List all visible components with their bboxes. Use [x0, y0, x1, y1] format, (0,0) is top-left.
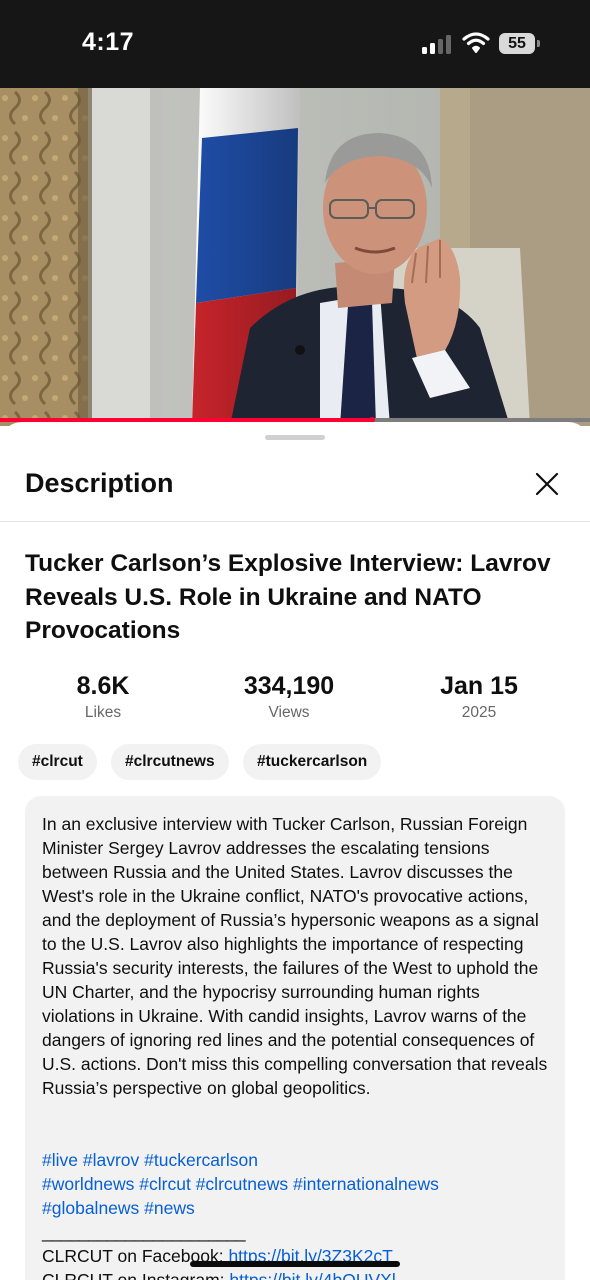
hashtag-link[interactable]: #tuckercarlson [144, 1150, 258, 1170]
hashtag-chip[interactable]: #clrcutnews [111, 744, 229, 780]
views-stat: 334,190 Views [199, 670, 379, 722]
drag-handle[interactable] [265, 435, 325, 440]
hashtag-link[interactable]: #globalnews [42, 1198, 139, 1218]
instagram-label: CLRCUT on Instagram: [42, 1270, 230, 1280]
description-box: In an exclusive interview with Tucker Ca… [25, 796, 565, 1280]
description-sheet: Description Tucker Carlson’s Explosive I… [0, 422, 590, 1280]
likes-stat: 8.6K Likes [13, 670, 193, 722]
date-stat: Jan 15 2025 [389, 670, 569, 722]
battery-icon: 55 [499, 33, 540, 54]
hashtag-chip[interactable]: #tuckercarlson [243, 744, 382, 780]
text-divider: ______________________ [42, 1222, 246, 1242]
views-count: 334,190 [243, 672, 335, 700]
hashtag-link[interactable]: #clrcutnews [196, 1174, 288, 1194]
sheet-header: Description [0, 450, 590, 522]
video-player[interactable] [0, 88, 590, 426]
hashtag-link[interactable]: #internationalnews [293, 1174, 439, 1194]
hashtag-line: #live #lavrov #tuckercarlson [42, 1148, 556, 1172]
publish-date: Jan 15 [440, 672, 518, 700]
signal-icon [422, 34, 452, 54]
hashtag-line: #globalnews #news [42, 1196, 556, 1220]
hashtag-link[interactable]: #news [144, 1198, 195, 1218]
home-indicator[interactable] [190, 1261, 400, 1267]
video-title: Tucker Carlson’s Explosive Interview: La… [25, 550, 551, 644]
description-text: In an exclusive interview with Tucker Ca… [42, 814, 548, 1098]
instagram-line: CLRCUT on Instagram: https://bit.ly/4bOU… [42, 1268, 556, 1280]
hashtag-link[interactable]: #live [42, 1150, 78, 1170]
battery-level: 55 [508, 35, 526, 52]
hashtag-chip[interactable]: #clrcut [18, 744, 97, 780]
publish-year: 2025 [461, 704, 497, 721]
hashtag-line: #worldnews #clrcut #clrcutnews #internat… [42, 1172, 556, 1196]
video-frame [0, 88, 590, 426]
likes-count: 8.6K [76, 672, 130, 700]
close-icon [535, 472, 559, 496]
instagram-link[interactable]: https://bit.ly/4bOUVXl [229, 1270, 395, 1280]
sheet-title: Description [25, 468, 174, 498]
likes-label: Likes [84, 704, 122, 721]
close-button[interactable] [530, 467, 564, 501]
status-time: 4:17 [82, 28, 135, 56]
views-label: Views [268, 704, 310, 721]
hashtag-link[interactable]: #worldnews [42, 1174, 134, 1194]
video-stats: 8.6K Likes 334,190 Views Jan 15 2025 [0, 670, 590, 730]
wifi-icon [462, 32, 490, 53]
hashtag-link[interactable]: #clrcut [139, 1174, 191, 1194]
hashtag-link[interactable]: #lavrov [83, 1150, 139, 1170]
status-bar: 4:17 55 [0, 0, 590, 88]
